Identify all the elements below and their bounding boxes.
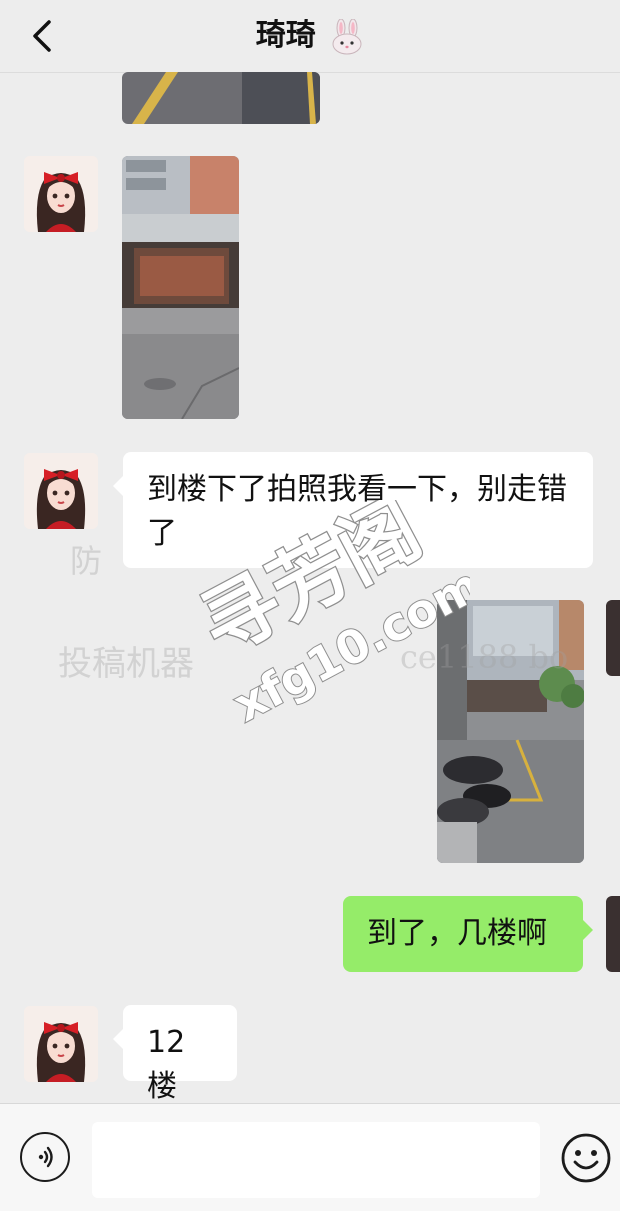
watermark-line2: 投稿机器 [58,644,194,684]
input-bar [0,1103,620,1211]
girl-avatar-icon [24,156,98,232]
rabbit-icon [332,18,362,54]
my-avatar[interactable] [606,600,620,676]
message-bubble-received[interactable]: 12楼 [113,1005,237,1104]
girl-avatar-icon [24,453,98,529]
watermark-text: 投稿机器 [58,636,194,685]
photo-message-building[interactable] [122,156,239,419]
contact-avatar[interactable] [24,453,98,529]
chat-header: 琦琦 [0,0,620,73]
watermark-logo: 寻芳阁 xfg10.com [190,500,470,730]
chat-title: 琦琦 [255,18,316,53]
watermark-text: 防 [70,536,102,582]
message-text: 到了，几楼啊 [367,916,547,951]
message-bubble-sent[interactable]: 到了，几楼啊 [343,896,593,972]
photo-building-entrance [122,156,239,419]
contact-avatar[interactable] [24,1006,98,1082]
watermark-line1: 防 [70,542,103,580]
photo-parking-lot [122,72,320,124]
chat-title-wrap: 琦琦 [0,18,620,55]
message-text: 12楼 [147,1025,186,1104]
voice-icon [38,1146,53,1168]
voice-button[interactable] [20,1132,70,1182]
photo-message-parking-lot[interactable] [122,72,320,124]
contact-avatar[interactable] [24,156,98,232]
emoji-icon[interactable] [560,1132,612,1184]
girl-avatar-icon [24,1006,98,1082]
message-input[interactable] [92,1122,540,1198]
my-avatar[interactable] [606,896,620,972]
